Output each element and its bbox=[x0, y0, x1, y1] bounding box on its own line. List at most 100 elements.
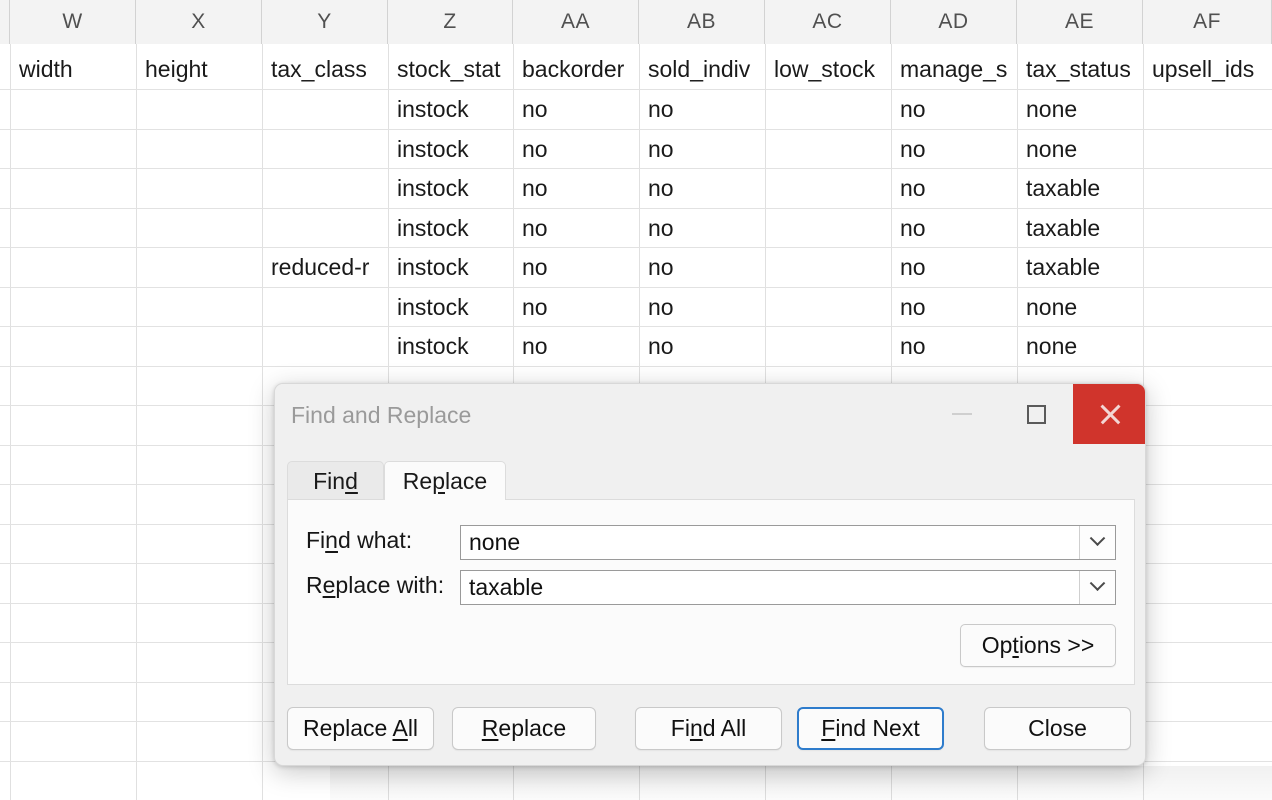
find-what-input[interactable]: none bbox=[461, 529, 1079, 556]
cell-header-stock-status[interactable]: stock_stat bbox=[389, 50, 512, 89]
cell-backorders-row1[interactable]: no bbox=[514, 90, 638, 129]
cell-tax-status-row3[interactable]: taxable bbox=[1018, 169, 1142, 208]
tab-find-label: Find bbox=[313, 467, 358, 494]
cell-sold-individually-row4[interactable]: no bbox=[640, 209, 764, 248]
replace-accel: R bbox=[481, 715, 499, 741]
options-button[interactable]: Options >> bbox=[960, 624, 1116, 667]
cell-tax-status-row6[interactable]: none bbox=[1018, 288, 1142, 327]
close-dialog-label: Close bbox=[1028, 715, 1087, 741]
cell-stock-status-row2[interactable]: instock bbox=[389, 130, 512, 169]
cell-manage-stock-row2[interactable]: no bbox=[892, 130, 1016, 169]
find-label-post: d what: bbox=[337, 527, 413, 553]
column-header-AA[interactable]: AA bbox=[513, 0, 639, 44]
find-next-post: ind Next bbox=[835, 715, 920, 741]
replace-button[interactable]: Replace bbox=[452, 707, 596, 750]
cell-backorders-row6[interactable]: no bbox=[514, 288, 638, 327]
minimize-icon bbox=[952, 413, 972, 415]
find-what-combobox[interactable]: none bbox=[460, 525, 1116, 560]
dialog-title: Find and Replace bbox=[291, 402, 472, 428]
replace-with-dropdown-button[interactable] bbox=[1079, 571, 1115, 604]
find-what-dropdown-button[interactable] bbox=[1079, 526, 1115, 559]
cell-manage-stock-row7[interactable]: no bbox=[892, 327, 1016, 366]
column-header-AF[interactable]: AF bbox=[1143, 0, 1272, 44]
cell-manage-stock-row1[interactable]: no bbox=[892, 90, 1016, 129]
cell-backorders-row5[interactable]: no bbox=[514, 248, 638, 287]
cell-manage-stock-row3[interactable]: no bbox=[892, 169, 1016, 208]
cell-tax-class-row5[interactable]: reduced-r bbox=[263, 248, 387, 287]
tab-find[interactable]: Find bbox=[287, 461, 384, 500]
cell-sold-individually-row7[interactable]: no bbox=[640, 327, 764, 366]
cell-header-width[interactable]: width bbox=[11, 50, 135, 89]
find-next-accel: F bbox=[821, 715, 836, 741]
column-header-AC[interactable]: AC bbox=[765, 0, 891, 44]
tab-replace-accel: p bbox=[432, 467, 445, 494]
cell-backorders-row4[interactable]: no bbox=[514, 209, 638, 248]
column-header-W[interactable]: W bbox=[10, 0, 136, 44]
cell-stock-status-row6[interactable]: instock bbox=[389, 288, 512, 327]
cell-header-height[interactable]: height bbox=[137, 50, 261, 89]
replace-post: eplace bbox=[498, 715, 567, 741]
column-header-AB[interactable]: AB bbox=[639, 0, 765, 44]
cell-sold-individually-row2[interactable]: no bbox=[640, 130, 764, 169]
gridline-horizontal bbox=[0, 366, 1272, 367]
options-pre: Op bbox=[981, 632, 1013, 658]
replace-all-label: Replace All bbox=[303, 715, 418, 742]
cell-header-tax-status[interactable]: tax_status bbox=[1018, 50, 1142, 89]
minimize-button[interactable] bbox=[925, 384, 999, 444]
cell-manage-stock-row5[interactable]: no bbox=[892, 248, 1016, 287]
replace-all-button[interactable]: Replace All bbox=[287, 707, 434, 750]
tab-replace-label: Replace bbox=[402, 467, 488, 494]
cell-sold-individually-row6[interactable]: no bbox=[640, 288, 764, 327]
close-dialog-button[interactable]: Close bbox=[984, 707, 1131, 750]
cell-stock-status-row3[interactable]: instock bbox=[389, 169, 512, 208]
find-all-accel: n bbox=[689, 715, 703, 741]
column-header-AE[interactable]: AE bbox=[1017, 0, 1143, 44]
maximize-button[interactable] bbox=[999, 384, 1073, 444]
tab-replace[interactable]: Replace bbox=[384, 461, 506, 500]
cell-tax-status-row7[interactable]: none bbox=[1018, 327, 1142, 366]
cell-tax-status-row2[interactable]: none bbox=[1018, 130, 1142, 169]
close-button[interactable] bbox=[1073, 384, 1145, 444]
column-header-Y[interactable]: Y bbox=[262, 0, 388, 44]
chevron-down-icon bbox=[1089, 575, 1106, 592]
cell-stock-status-row4[interactable]: instock bbox=[389, 209, 512, 248]
find-what-label: Find what: bbox=[306, 527, 412, 554]
find-all-button[interactable]: Find All bbox=[635, 707, 782, 750]
column-header-X[interactable]: X bbox=[136, 0, 262, 44]
close-icon bbox=[1097, 401, 1123, 427]
cell-sold-individually-row5[interactable]: no bbox=[640, 248, 764, 287]
cell-manage-stock-row6[interactable]: no bbox=[892, 288, 1016, 327]
cell-stock-status-row7[interactable]: instock bbox=[389, 327, 512, 366]
cell-tax-status-row1[interactable]: none bbox=[1018, 90, 1142, 129]
cell-backorders-row3[interactable]: no bbox=[514, 169, 638, 208]
replace-with-combobox[interactable]: taxable bbox=[460, 570, 1116, 605]
cell-sold-individually-row1[interactable]: no bbox=[640, 90, 764, 129]
cell-backorders-row2[interactable]: no bbox=[514, 130, 638, 169]
cell-header-upsell-ids[interactable]: upsell_ids bbox=[1144, 50, 1272, 89]
replace-all-accel: A bbox=[392, 715, 408, 741]
cell-manage-stock-row4[interactable]: no bbox=[892, 209, 1016, 248]
find-and-replace-dialog[interactable]: Find and Replace Find Replace Find what:… bbox=[274, 383, 1146, 766]
options-post: ions >> bbox=[1018, 632, 1095, 658]
cell-tax-status-row5[interactable]: taxable bbox=[1018, 248, 1142, 287]
cell-tax-status-row4[interactable]: taxable bbox=[1018, 209, 1142, 248]
cell-stock-status-row5[interactable]: instock bbox=[389, 248, 512, 287]
cell-header-low-stock[interactable]: low_stock bbox=[766, 50, 890, 89]
cell-header-tax-class[interactable]: tax_class bbox=[263, 50, 387, 89]
cell-header-sold-individually[interactable]: sold_indiv bbox=[640, 50, 764, 89]
replace-label-accel: e bbox=[322, 572, 336, 598]
dialog-titlebar[interactable]: Find and Replace bbox=[275, 384, 1145, 444]
cell-stock-status-row1[interactable]: instock bbox=[389, 90, 512, 129]
find-next-button[interactable]: Find Next bbox=[797, 707, 944, 750]
cell-header-backorders[interactable]: backorder bbox=[514, 50, 638, 89]
column-header-Z[interactable]: Z bbox=[388, 0, 513, 44]
find-label-accel: n bbox=[325, 527, 338, 553]
replace-label-post: place with: bbox=[335, 572, 445, 598]
replace-with-input[interactable]: taxable bbox=[461, 574, 1079, 601]
cell-backorders-row7[interactable]: no bbox=[514, 327, 638, 366]
cell-sold-individually-row3[interactable]: no bbox=[640, 169, 764, 208]
options-button-label: Options >> bbox=[982, 632, 1095, 659]
column-header-partial[interactable] bbox=[0, 0, 10, 44]
cell-header-manage-stock[interactable]: manage_s bbox=[892, 50, 1016, 89]
column-header-AD[interactable]: AD bbox=[891, 0, 1017, 44]
